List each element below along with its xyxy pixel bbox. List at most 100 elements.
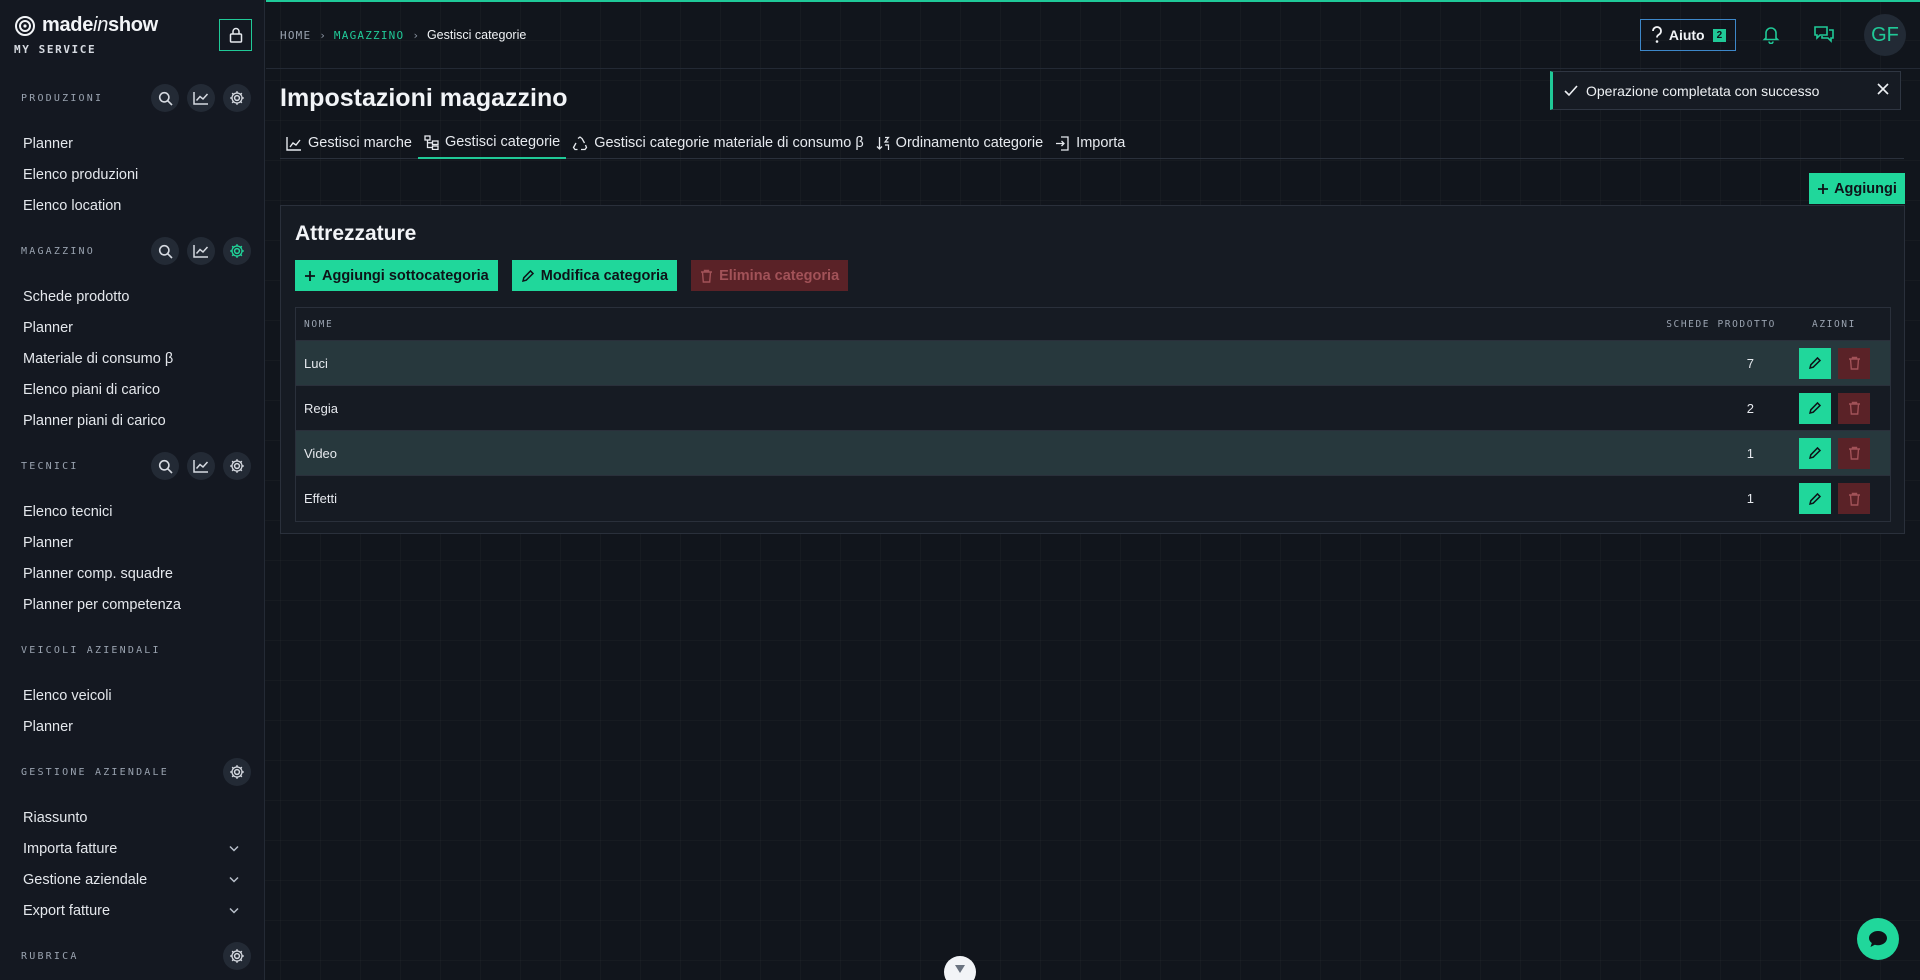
import-icon (1055, 135, 1070, 151)
tree-icon (424, 134, 439, 150)
nav-section-title: VEICOLI AZIENDALI (21, 644, 161, 656)
brand-logo[interactable]: madeinshow MY SERVICE (14, 14, 158, 56)
chart-icon[interactable] (187, 452, 215, 480)
edit-row-button[interactable] (1799, 347, 1831, 379)
sidebar-item[interactable]: Importa fatture (21, 833, 251, 864)
bell-icon[interactable] (1761, 24, 1781, 44)
nav-section: PRODUZIONI Planner Elenco produzioni Elenco… (0, 80, 264, 221)
sidebar-item[interactable]: Gestione aziendale (21, 864, 251, 895)
success-toast: Operazione completata con successo (1550, 71, 1901, 110)
tab-importa[interactable]: Importa (1049, 127, 1131, 159)
chevron-down-icon (954, 964, 966, 974)
sidebar-item[interactable]: Schede prodotto (21, 281, 251, 312)
breadcrumb: HOME › MAGAZZINO › Gestisci categorie (280, 28, 526, 42)
sidebar-item[interactable]: Elenco tecnici (21, 496, 251, 527)
sidebar-item[interactable]: Planner comp. squadre (21, 558, 251, 589)
edit-category-button[interactable]: Modifica categoria (511, 260, 678, 291)
chart-bar-icon (286, 136, 302, 151)
search-icon[interactable] (151, 84, 179, 112)
help-icon (1650, 26, 1664, 44)
sidebar-item-label: Riassunto (23, 809, 88, 826)
edit-category-label: Modifica categoria (540, 267, 669, 284)
sidebar-item-label: Elenco tecnici (23, 503, 113, 520)
gear-icon[interactable] (223, 237, 251, 265)
tab-label: Ordinamento categorie (895, 135, 1044, 151)
search-icon[interactable] (151, 237, 179, 265)
sidebar-item[interactable]: Planner (21, 711, 251, 742)
chevron-down-icon (229, 876, 239, 883)
sidebar-item[interactable]: Materiale di consumo β (21, 343, 251, 374)
delete-category-button[interactable]: Elimina categoria (691, 260, 849, 291)
scroll-down-button[interactable] (944, 956, 976, 980)
chart-icon[interactable] (187, 84, 215, 112)
add-category-button[interactable]: Aggiungi (1809, 173, 1905, 204)
tab-gestisci-marche[interactable]: Gestisci marche (280, 127, 418, 159)
nav-section: GESTIONE AZIENDALE Riassunto Importa fattu… (0, 754, 264, 926)
table-row[interactable]: Regia 2 (296, 386, 1890, 431)
chart-icon[interactable] (187, 237, 215, 265)
tab-label: Gestisci marche (308, 135, 412, 151)
sidebar-item[interactable]: Planner per competenza (21, 589, 251, 620)
row-product-count: 7 (1746, 355, 1754, 371)
sidebar-item[interactable]: Export fatture (21, 895, 251, 926)
sidebar-nav: PRODUZIONI Planner Elenco produzioni Elenco… (0, 80, 264, 974)
column-header-count[interactable]: SCHEDE PRODOTTO (1624, 319, 1784, 330)
sidebar-item[interactable]: Planner (21, 312, 251, 343)
column-header-name[interactable]: NOME (296, 319, 1624, 330)
nav-section-title: GESTIONE AZIENDALE (21, 766, 169, 778)
sidebar-item[interactable]: Elenco produzioni (21, 159, 251, 190)
lock-sidebar-button[interactable] (219, 19, 252, 51)
gear-icon[interactable] (223, 452, 251, 480)
breadcrumb-section[interactable]: MAGAZZINO (334, 29, 404, 42)
nav-section-header: GESTIONE AZIENDALE (21, 754, 251, 790)
sidebar-item[interactable]: Planner (21, 527, 251, 558)
nav-section-tools (151, 237, 251, 265)
search-icon[interactable] (151, 452, 179, 480)
recycle-icon (572, 135, 588, 151)
sidebar-item[interactable]: Planner (21, 128, 251, 159)
table-body: Luci 7 Regia 2 Video 1 Effetti 1 (296, 341, 1890, 521)
sidebar-item-label: Planner (23, 534, 73, 551)
table-row[interactable]: Effetti 1 (296, 476, 1890, 521)
sidebar-item[interactable]: Elenco location (21, 190, 251, 221)
delete-row-button[interactable] (1838, 483, 1870, 514)
delete-row-button[interactable] (1838, 347, 1870, 379)
pencil-icon (521, 269, 535, 283)
delete-row-button[interactable] (1838, 437, 1870, 469)
nav-section: VEICOLI AZIENDALI Elenco veicoli Planner (0, 632, 264, 742)
sidebar-item-label: Elenco location (23, 197, 122, 214)
edit-row-button[interactable] (1799, 392, 1831, 424)
table-row[interactable]: Luci 7 (296, 341, 1890, 386)
trash-icon (1848, 401, 1861, 415)
check-icon (1564, 84, 1578, 97)
edit-row-button[interactable] (1799, 437, 1831, 469)
gear-icon[interactable] (223, 758, 251, 786)
sidebar-item[interactable]: Riassunto (21, 802, 251, 833)
nav-section-tools (223, 942, 251, 970)
table-row[interactable]: Video 1 (296, 431, 1890, 476)
tab-ordinamento-categorie[interactable]: Ordinamento categorie (870, 127, 1050, 159)
plus-icon (304, 270, 316, 282)
close-icon[interactable] (1876, 82, 1890, 96)
gear-icon[interactable] (223, 84, 251, 112)
avatar[interactable]: GF (1864, 14, 1906, 56)
sidebar-item-label: Elenco veicoli (23, 687, 112, 704)
sidebar-item-label: Export fatture (23, 902, 111, 919)
gear-icon[interactable] (223, 942, 251, 970)
add-subcategory-button[interactable]: Aggiungi sottocategoria (295, 260, 498, 291)
chat-bubble-icon (1867, 929, 1889, 949)
edit-row-button[interactable] (1799, 483, 1831, 514)
help-button[interactable]: Aiuto 2 (1640, 19, 1736, 51)
nav-section-tools (151, 452, 251, 480)
delete-row-button[interactable] (1838, 392, 1870, 424)
tab-gestisci-categorie-materiale-di-consumo[interactable]: Gestisci categorie materiale di consumo … (566, 127, 869, 159)
tab-gestisci-categorie[interactable]: Gestisci categorie (417, 127, 567, 159)
sidebar-item[interactable]: Planner piani di carico (21, 405, 251, 436)
category-actions: Aggiungi sottocategoria Modifica categor… (295, 260, 849, 291)
sidebar-item[interactable]: Elenco veicoli (21, 680, 251, 711)
sidebar-item[interactable]: Elenco piani di carico (21, 374, 251, 405)
support-chat-button[interactable] (1857, 918, 1899, 960)
breadcrumb-home[interactable]: HOME (280, 29, 311, 42)
sidebar-item-label: Planner piani di carico (23, 412, 166, 429)
chat-icon[interactable] (1813, 24, 1835, 44)
